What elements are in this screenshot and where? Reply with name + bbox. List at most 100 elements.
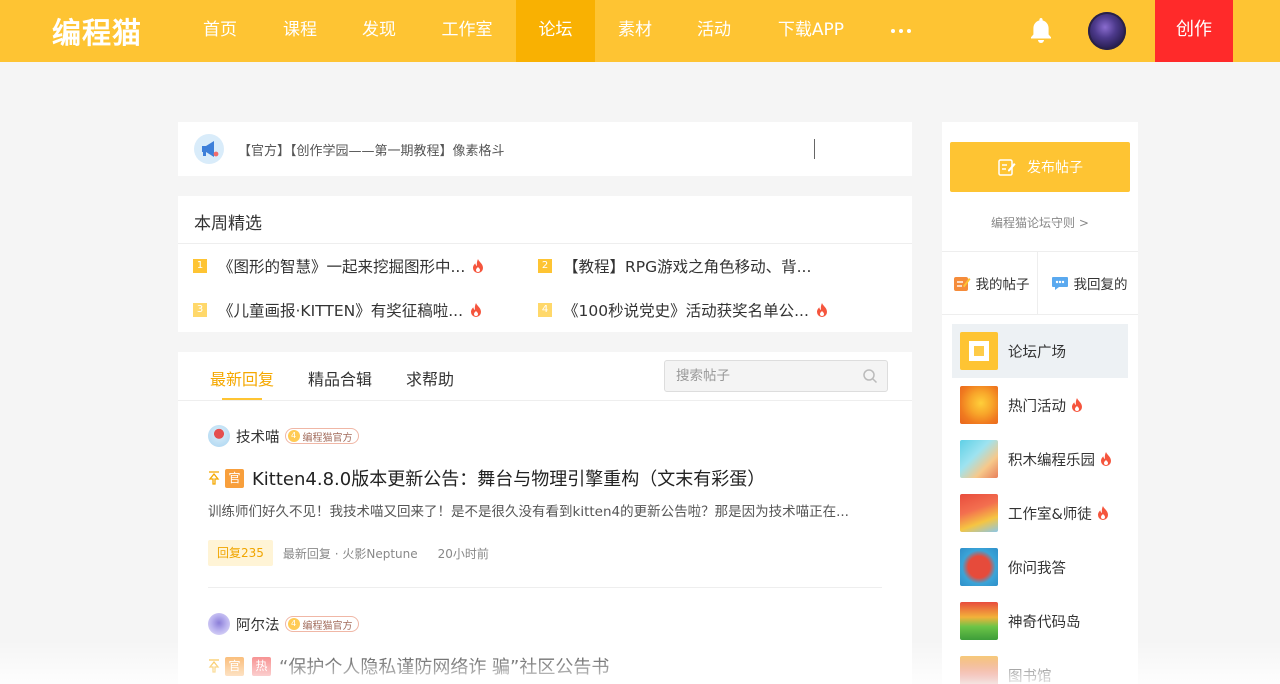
author-avatar[interactable] (208, 613, 230, 635)
nav-materials[interactable]: 素材 (605, 0, 665, 62)
author-name[interactable]: 技术喵 (236, 426, 280, 447)
tab-help[interactable]: 求帮助 (406, 366, 454, 390)
weekly-item[interactable]: 4 《100秒说党史》活动获奖名单公... (538, 299, 858, 321)
rank-badge: 2 (538, 259, 552, 273)
tab-featured[interactable]: 精品合辑 (308, 366, 372, 390)
search-icon[interactable] (862, 368, 878, 384)
search-box (664, 360, 888, 392)
edit-icon (998, 159, 1016, 176)
category-label: 图书馆 (1008, 668, 1052, 684)
my-replies-link[interactable]: 我回复的 (1040, 252, 1138, 314)
nav-discover[interactable]: 发现 (349, 0, 409, 62)
code-island-thumbnail (960, 602, 998, 640)
weekly-item[interactable]: 2 【教程】RPG游戏之角色移动、背... (538, 255, 858, 277)
logo-text: 编程猫 (52, 16, 143, 50)
announcement-text[interactable]: 【官方】【创作学园——第一期教程】像素格斗 (238, 140, 505, 159)
category-forum-plaza[interactable]: 论坛广场 (952, 324, 1128, 378)
post-item[interactable]: 阿尔法 4 编程猫官方 官 热 “保护个人隐私谨防网络诈 骗”社区公告书 (208, 612, 882, 684)
weekly-title: 本周精选 (194, 214, 262, 234)
category-studio-mentor[interactable]: 工作室&师徒 (952, 486, 1128, 540)
weekly-item-title: 《图形的智慧》一起来挖掘图形中... (218, 258, 466, 276)
tabs-divider (178, 400, 912, 401)
rank-badge: 3 (193, 303, 207, 317)
category-hot-activities[interactable]: 热门活动 (952, 378, 1128, 432)
nav-forum[interactable]: 论坛 (516, 0, 595, 62)
post-excerpt[interactable]: 训练师们好久不见！我技术喵又回来了！是不是很久没有看到kitten4的更新公告啦… (208, 500, 882, 520)
rank-badge: 4 (538, 303, 552, 317)
announcement-divider (814, 139, 815, 159)
official-badge: 4 编程猫官方 (284, 428, 359, 444)
author-name[interactable]: 阿尔法 (236, 614, 280, 635)
nav-activities[interactable]: 活动 (684, 0, 744, 62)
post-author[interactable]: 技术喵 4 编程猫官方 (208, 424, 359, 448)
hot-fire-icon (1072, 398, 1082, 412)
category-label: 热门活动 (1008, 398, 1066, 415)
publish-post-button[interactable]: 发布帖子 (950, 142, 1130, 192)
top-navbar: 编程猫 首页 课程 发现 工作室 论坛 素材 活动 下载APP 创作 (0, 0, 1280, 62)
nav-home[interactable]: 首页 (190, 0, 250, 62)
hot-fire-icon (473, 259, 484, 273)
more-icon[interactable] (885, 0, 917, 62)
weekly-item[interactable]: 1 《图形的智慧》一起来挖掘图形中... (193, 255, 513, 277)
weekly-item-title: 《儿童画报·KITTEN》有奖征稿啦... (218, 302, 463, 320)
post-divider (208, 587, 882, 588)
post-title[interactable]: Kitten4.8.0版本更新公告：舞台与物理引擎重构（文末有彩蛋） (252, 465, 765, 491)
pin-icon (208, 471, 220, 485)
category-label: 工作室&师徒 (1008, 506, 1092, 523)
post-list-panel: 最新回复 精品合辑 求帮助 技术喵 4 编程猫官方 官 Kitten4.8.0版… (178, 352, 912, 684)
forum-rules-label: 编程猫论坛守则 (991, 216, 1076, 230)
weekly-picks: 本周精选 1 《图形的智慧》一起来挖掘图形中... 2 【教程】RPG游戏之角色… (178, 196, 912, 332)
my-replies-icon (1051, 277, 1068, 290)
weekly-item[interactable]: 3 《儿童画报·KITTEN》有奖征稿啦... (193, 299, 513, 321)
category-label: 神奇代码岛 (1008, 614, 1081, 631)
post-meta: 回复235 最新回复 · 火影Neptune 20小时前 (208, 540, 489, 566)
hot-activities-thumbnail (960, 386, 998, 424)
tab-latest-replies[interactable]: 最新回复 (210, 366, 274, 390)
post-item[interactable]: 技术喵 4 编程猫官方 官 Kitten4.8.0版本更新公告：舞台与物理引擎重… (208, 424, 882, 590)
hot-fire-icon (471, 303, 481, 317)
nav-courses[interactable]: 课程 (270, 0, 330, 62)
badge-label: 编程猫官方 (302, 620, 353, 632)
library-thumbnail (960, 656, 998, 684)
post-time: 20小时前 (437, 546, 489, 561)
level-badge: 4 (287, 430, 300, 442)
nav-download-app[interactable]: 下载APP (766, 0, 856, 62)
post-author[interactable]: 阿尔法 4 编程猫官方 (208, 612, 359, 636)
studio-mentor-thumbnail (960, 494, 998, 532)
level-badge: 4 (287, 618, 300, 630)
hot-fire-icon (1097, 506, 1108, 520)
forum-rules-link[interactable]: 编程猫论坛守则 > (942, 214, 1138, 231)
site-logo[interactable]: 编程猫 (52, 14, 142, 50)
chevron-right-icon: > (1078, 216, 1089, 230)
official-badge: 4 编程猫官方 (284, 616, 359, 632)
publish-post-label: 发布帖子 (1027, 160, 1083, 176)
author-avatar[interactable] (208, 425, 230, 447)
hot-fire-icon (1101, 452, 1111, 466)
qa-thumbnail (960, 548, 998, 586)
my-replies-label: 我回复的 (1073, 277, 1128, 293)
category-qa[interactable]: 你问我答 (952, 540, 1128, 594)
weekly-divider (178, 243, 912, 244)
my-links-divider (1037, 252, 1038, 314)
my-posts-icon (953, 277, 970, 291)
announcement-bar: 【官方】【创作学园——第一期教程】像素格斗 (178, 122, 912, 176)
category-code-island[interactable]: 神奇代码岛 (952, 594, 1128, 648)
category-block-coding[interactable]: 积木编程乐园 (952, 432, 1128, 486)
post-title-row[interactable]: 官 Kitten4.8.0版本更新公告：舞台与物理引擎重构（文末有彩蛋） (208, 466, 765, 490)
reply-count: 回复235 (208, 540, 273, 566)
forum-plaza-thumbnail (960, 332, 998, 370)
search-input[interactable] (665, 361, 855, 391)
category-library[interactable]: 图书馆 (952, 648, 1128, 684)
bell-icon[interactable] (1028, 16, 1054, 44)
sidebar-divider (942, 314, 1138, 315)
official-tag: 官 (225, 656, 244, 676)
block-coding-thumbnail (960, 440, 998, 478)
user-avatar[interactable] (1088, 12, 1126, 50)
category-label: 论坛广场 (1008, 344, 1066, 361)
create-button[interactable]: 创作 (1155, 0, 1233, 62)
rank-badge: 1 (193, 259, 207, 273)
post-title-row[interactable]: 官 热 “保护个人隐私谨防网络诈 骗”社区公告书 (208, 654, 609, 678)
my-posts-link[interactable]: 我的帖子 (942, 252, 1040, 314)
nav-studio[interactable]: 工作室 (430, 0, 504, 62)
post-title[interactable]: “保护个人隐私谨防网络诈 骗”社区公告书 (279, 653, 609, 679)
